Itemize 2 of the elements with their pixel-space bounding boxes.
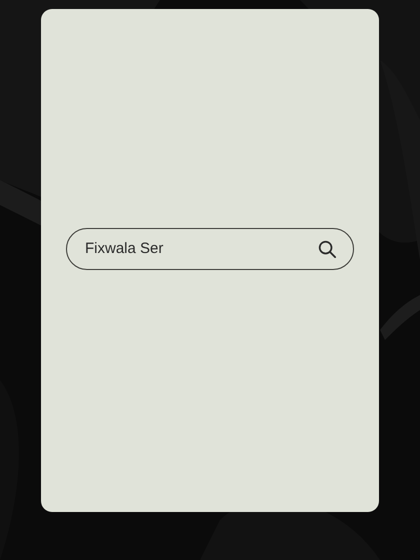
search-icon[interactable]	[318, 240, 337, 258]
search-field[interactable]: Fixwala Ser	[66, 228, 354, 270]
